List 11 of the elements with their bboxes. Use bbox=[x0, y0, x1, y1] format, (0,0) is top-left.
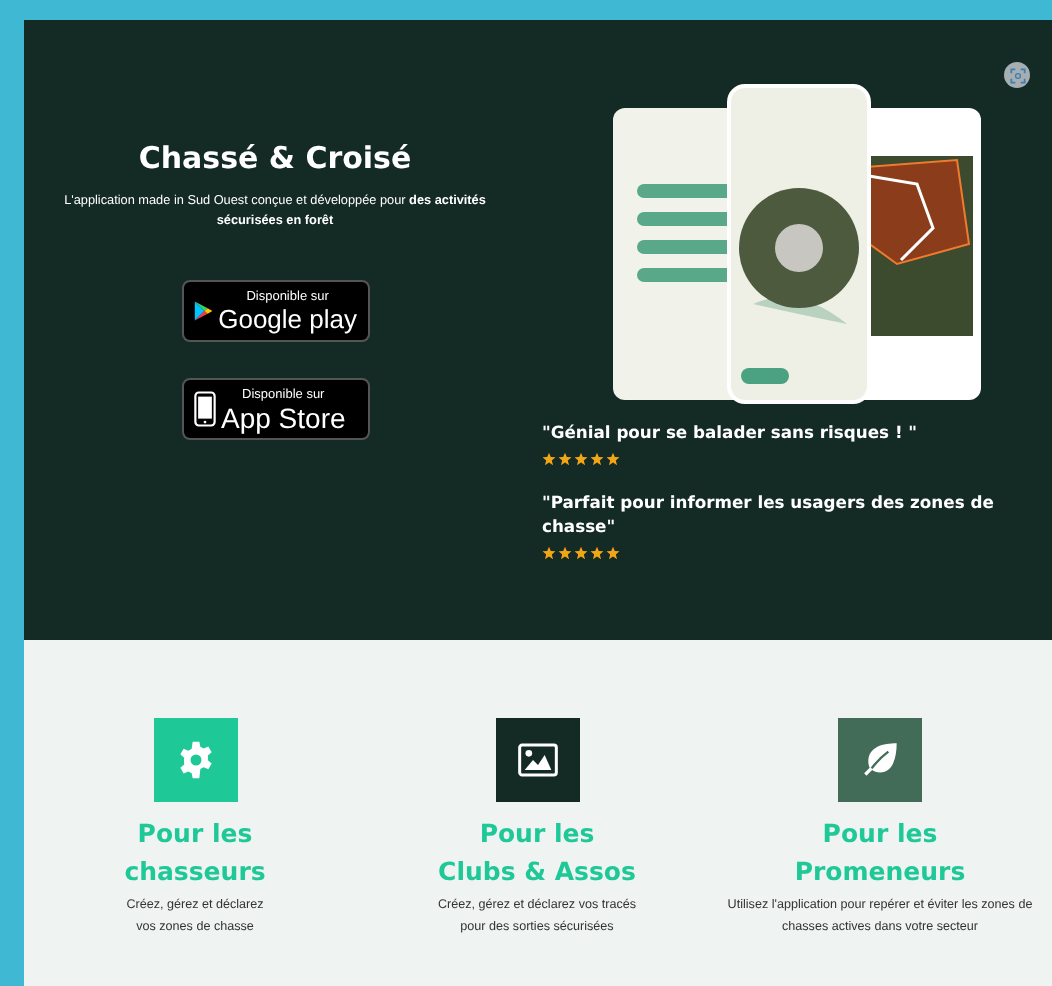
feature-title: Pour les Promeneurs bbox=[794, 816, 966, 890]
gear-icon bbox=[175, 740, 215, 780]
app-title: Chassé & Croisé bbox=[138, 140, 412, 176]
image-icon bbox=[517, 740, 557, 780]
feature-title: Pour les Clubs & Assos bbox=[438, 816, 636, 890]
phone-icon bbox=[193, 390, 215, 428]
feature-title: Pour les chasseurs bbox=[124, 816, 266, 890]
expand-button[interactable] bbox=[1004, 62, 1030, 88]
review-quote: "Génial pour se balader sans risques ! " bbox=[542, 420, 920, 444]
leaf-icon bbox=[860, 740, 900, 780]
review-quote: "Parfait pour informer les usagers des zones de chasse" bbox=[542, 490, 996, 538]
